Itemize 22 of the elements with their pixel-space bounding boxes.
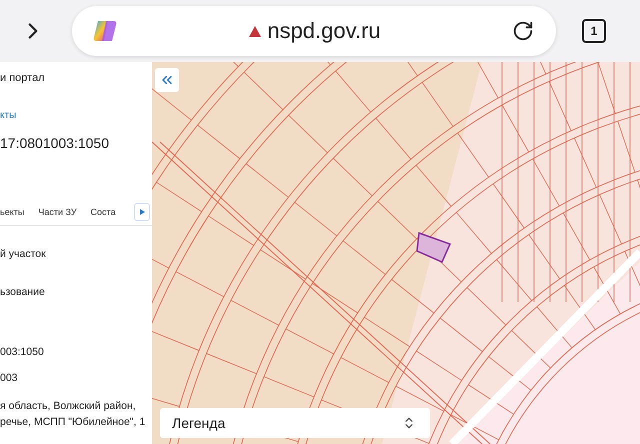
field-value: ьзование: [0, 285, 46, 300]
portal-title: и портал: [0, 72, 46, 84]
field-value: 003: [0, 371, 19, 386]
field-value: 003:1050: [0, 345, 45, 360]
collapse-panel-button[interactable]: [155, 68, 179, 92]
field-value: й участок: [0, 247, 47, 262]
warning-icon: [249, 26, 262, 36]
colorful-logo-icon: [92, 18, 118, 44]
selected-parcel[interactable]: [416, 232, 452, 263]
info-tab[interactable]: ьекты: [0, 207, 24, 217]
cadastral-number: 17:0801003:1050: [0, 135, 110, 151]
field-value: я область, Волжский район, речье, МСПП "Юбилейное", 1: [0, 399, 146, 430]
info-tab[interactable]: Соста: [90, 207, 116, 217]
address-bar[interactable]: nspd.gov.ru: [72, 6, 556, 56]
right-triangle-icon: [140, 209, 144, 215]
reload-icon[interactable]: [512, 20, 534, 42]
scroll-tabs-button[interactable]: [134, 203, 150, 221]
info-tab[interactable]: Части ЗУ: [38, 207, 77, 217]
legend-dropdown[interactable]: Легенда: [160, 408, 430, 438]
tab-count[interactable]: 1: [582, 19, 606, 43]
url-text[interactable]: nspd.gov.ru: [267, 18, 381, 44]
objects-link[interactable]: кты: [0, 110, 152, 121]
